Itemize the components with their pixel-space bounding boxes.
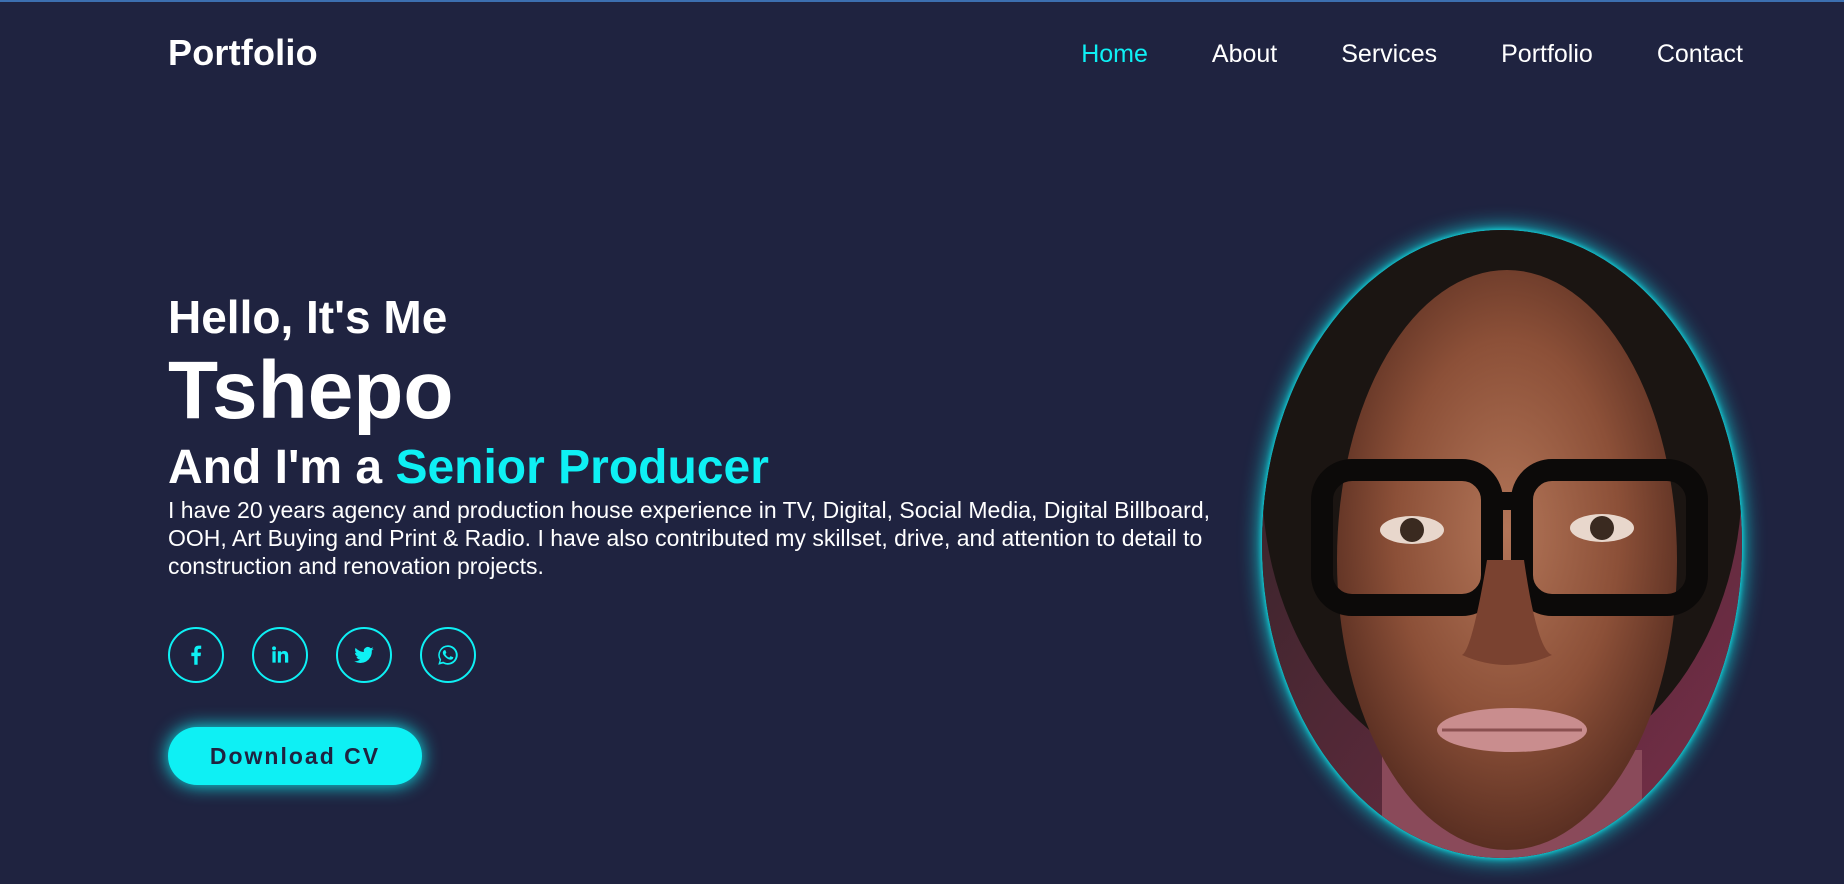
nav-portfolio[interactable]: Portfolio [1501,40,1593,69]
download-cv-button[interactable]: Download CV [168,727,422,785]
whatsapp-icon [438,645,458,665]
social-links [168,627,1278,683]
nav-services[interactable]: Services [1341,40,1437,69]
portrait-illustration [1262,230,1742,858]
twitter-icon [354,647,374,664]
profile-photo [1262,230,1742,858]
role-title: Senior Producer [395,441,769,494]
linkedin-icon [272,646,289,663]
role-prefix: And I'm a [168,441,396,494]
main-nav: Home About Services Portfolio Contact [1017,40,1743,69]
nav-contact[interactable]: Contact [1657,40,1743,69]
facebook-link[interactable] [168,627,224,683]
nav-about[interactable]: About [1212,40,1277,69]
hero-name: Tshepo [168,345,454,436]
facebook-icon [191,645,202,665]
page: Portfolio Home About Services Portfolio … [0,0,1844,884]
logo-link[interactable]: Portfolio [168,32,318,74]
site-header: Portfolio Home About Services Portfolio … [0,2,1844,108]
hero-greeting: Hello, It's Me [168,291,448,343]
linkedin-link[interactable] [252,627,308,683]
twitter-link[interactable] [336,627,392,683]
hero-role: And I'm a Senior Producer [168,438,1278,498]
hero-description: I have 20 years agency and production ho… [168,497,1211,579]
hero-section: Hello, It's Me Tshepo And I'm a Senior P… [168,290,1278,785]
nav-home[interactable]: Home [1081,40,1148,69]
whatsapp-link[interactable] [420,627,476,683]
